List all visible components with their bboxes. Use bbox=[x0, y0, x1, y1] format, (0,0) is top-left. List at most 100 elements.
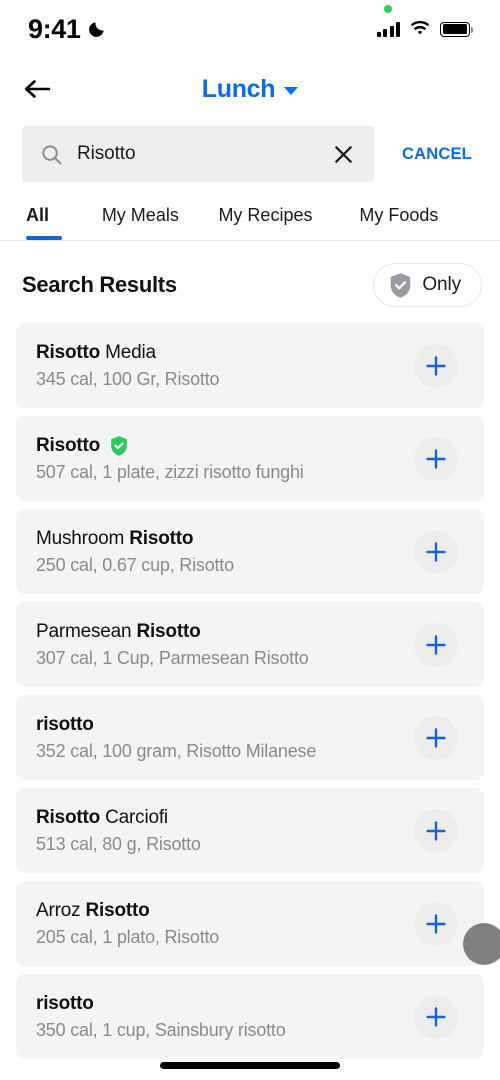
add-food-button[interactable] bbox=[414, 715, 458, 760]
status-bar-left: 9:41 bbox=[28, 14, 106, 45]
result-name-prefix: Risotto bbox=[36, 434, 101, 456]
result-name-prefix: Risotto bbox=[36, 341, 101, 363]
table-row[interactable]: Risotto Media 345 cal, 100 Gr, Risotto bbox=[16, 323, 484, 408]
cancel-button[interactable]: CANCEL bbox=[374, 145, 500, 164]
result-name-prefix: Arroz bbox=[36, 899, 86, 921]
tab-my-foods[interactable]: My Foods bbox=[359, 205, 476, 240]
table-row[interactable]: Mushroom Risotto 250 cal, 0.67 cup, Riso… bbox=[16, 509, 484, 594]
result-name-suffix: Risotto bbox=[129, 527, 194, 549]
wifi-icon bbox=[410, 21, 430, 35]
result-name-suffix: Carciofi bbox=[100, 806, 168, 828]
tab-my-recipes-label: My Recipes bbox=[218, 205, 313, 225]
plus-icon bbox=[426, 355, 446, 376]
table-row[interactable]: risotto 352 cal, 100 gram, Risotto Milan… bbox=[16, 695, 484, 780]
tab-my-meals[interactable]: My Meals bbox=[102, 205, 219, 240]
chevron-down-icon bbox=[284, 86, 299, 95]
result-text: Mushroom Risotto 250 cal, 0.67 cup, Riso… bbox=[36, 528, 234, 576]
tab-active-indicator bbox=[26, 236, 62, 240]
green-recording-dot-icon bbox=[383, 5, 392, 13]
verified-badge-icon bbox=[109, 435, 129, 457]
plus-icon bbox=[426, 1006, 446, 1027]
result-name-prefix: risotto bbox=[36, 713, 94, 735]
results-header: Search Results Only bbox=[0, 241, 500, 323]
add-food-button[interactable] bbox=[414, 622, 458, 667]
search-input[interactable]: Risotto bbox=[22, 126, 374, 182]
result-text: Risotto 507 cal, 1 plate, zizzi risotto … bbox=[36, 435, 304, 483]
app-screen: 9:41 Lunch Risotto CANCEL All My Meals M… bbox=[0, 0, 500, 1080]
result-name-suffix: Risotto bbox=[85, 899, 150, 921]
result-name-suffix: Media bbox=[100, 341, 156, 363]
result-text: Risotto Carciofi 513 cal, 80 g, Risotto bbox=[36, 807, 201, 855]
status-bar-right bbox=[376, 5, 474, 37]
table-row[interactable]: Arroz Risotto 205 cal, 1 plato, Risotto bbox=[16, 881, 484, 966]
result-details: 352 cal, 100 gram, Risotto Milanese bbox=[36, 740, 317, 761]
tab-my-recipes[interactable]: My Recipes bbox=[218, 205, 359, 240]
result-details: 250 cal, 0.67 cup, Risotto bbox=[36, 554, 234, 575]
moon-icon bbox=[89, 21, 105, 37]
result-title: risotto bbox=[36, 993, 286, 1015]
cellular-bars-icon bbox=[376, 21, 400, 37]
result-title: Risotto Media bbox=[36, 342, 219, 364]
status-bar: 9:41 bbox=[0, 0, 500, 58]
tab-all-label: All bbox=[26, 205, 50, 225]
result-name-prefix: risotto bbox=[36, 992, 94, 1014]
verified-only-label: Only bbox=[422, 274, 461, 295]
result-name-prefix: Risotto bbox=[36, 806, 101, 828]
search-icon bbox=[42, 144, 62, 165]
add-food-button[interactable] bbox=[414, 808, 458, 853]
plus-icon bbox=[426, 913, 446, 934]
result-name-prefix: Mushroom bbox=[36, 527, 130, 549]
result-title: Risotto Carciofi bbox=[36, 807, 201, 829]
result-text: Risotto Media 345 cal, 100 Gr, Risotto bbox=[36, 342, 220, 390]
tab-my-meals-label: My Meals bbox=[101, 205, 179, 225]
table-row[interactable]: Risotto 507 cal, 1 plate, zizzi risotto … bbox=[16, 416, 484, 501]
result-title: risotto bbox=[36, 714, 316, 736]
add-food-button[interactable] bbox=[414, 343, 458, 388]
search-input-value: Risotto bbox=[77, 143, 136, 164]
plus-icon bbox=[426, 448, 446, 469]
back-arrow-icon bbox=[24, 80, 51, 98]
result-details: 205 cal, 1 plato, Risotto bbox=[36, 926, 220, 947]
result-text: Arroz Risotto 205 cal, 1 plato, Risotto bbox=[36, 900, 219, 948]
nav-bar: Lunch bbox=[0, 58, 500, 120]
close-x-icon bbox=[334, 145, 352, 163]
result-details: 345 cal, 100 Gr, Risotto bbox=[36, 368, 220, 389]
result-title: Parmesean Risotto bbox=[36, 621, 309, 643]
page-title: Lunch bbox=[201, 74, 276, 103]
add-food-button[interactable] bbox=[414, 529, 458, 574]
result-text: Parmesean Risotto 307 cal, 1 Cup, Parmes… bbox=[36, 621, 309, 669]
add-food-button[interactable] bbox=[414, 994, 458, 1039]
search-results-title: Search Results bbox=[22, 272, 177, 297]
table-row[interactable]: Risotto Carciofi 513 cal, 80 g, Risotto bbox=[16, 788, 484, 873]
clear-search-button[interactable] bbox=[328, 139, 358, 169]
plus-icon bbox=[426, 727, 446, 748]
result-details: 513 cal, 80 g, Risotto bbox=[36, 833, 201, 854]
table-row[interactable]: Parmesean Risotto 307 cal, 1 Cup, Parmes… bbox=[16, 602, 484, 687]
result-details: 307 cal, 1 Cup, Parmesean Risotto bbox=[36, 647, 309, 668]
meal-selector[interactable]: Lunch bbox=[202, 75, 299, 104]
result-title: Risotto bbox=[36, 435, 304, 457]
result-name-prefix: Parmesean bbox=[36, 620, 137, 642]
shield-check-icon bbox=[391, 272, 411, 298]
result-text: risotto 352 cal, 100 gram, Risotto Milan… bbox=[36, 714, 316, 762]
result-details: 507 cal, 1 plate, zizzi risotto funghi bbox=[36, 461, 304, 482]
add-food-button[interactable] bbox=[414, 901, 458, 946]
verified-only-filter-button[interactable]: Only bbox=[373, 263, 482, 307]
result-details: 350 cal, 1 cup, Sainsbury risotto bbox=[36, 1019, 286, 1040]
back-button[interactable] bbox=[16, 68, 58, 110]
status-time: 9:41 bbox=[28, 13, 81, 44]
search-results-list: Risotto Media 345 cal, 100 Gr, Risotto R… bbox=[0, 323, 500, 1059]
result-title: Mushroom Risotto bbox=[36, 528, 234, 550]
plus-icon bbox=[426, 541, 446, 562]
search-row: Risotto CANCEL bbox=[0, 120, 500, 182]
battery-full-icon bbox=[440, 21, 474, 37]
tab-bar: All My Meals My Recipes My Foods bbox=[0, 182, 500, 240]
tab-all[interactable]: All bbox=[26, 205, 102, 240]
table-row[interactable]: risotto 350 cal, 1 cup, Sainsbury risott… bbox=[16, 974, 484, 1059]
plus-icon bbox=[426, 634, 446, 655]
tab-my-foods-label: My Foods bbox=[359, 205, 439, 225]
result-name-suffix: Risotto bbox=[136, 620, 201, 642]
result-title: Arroz Risotto bbox=[36, 900, 219, 922]
add-food-button[interactable] bbox=[414, 436, 458, 481]
plus-icon bbox=[426, 820, 446, 841]
